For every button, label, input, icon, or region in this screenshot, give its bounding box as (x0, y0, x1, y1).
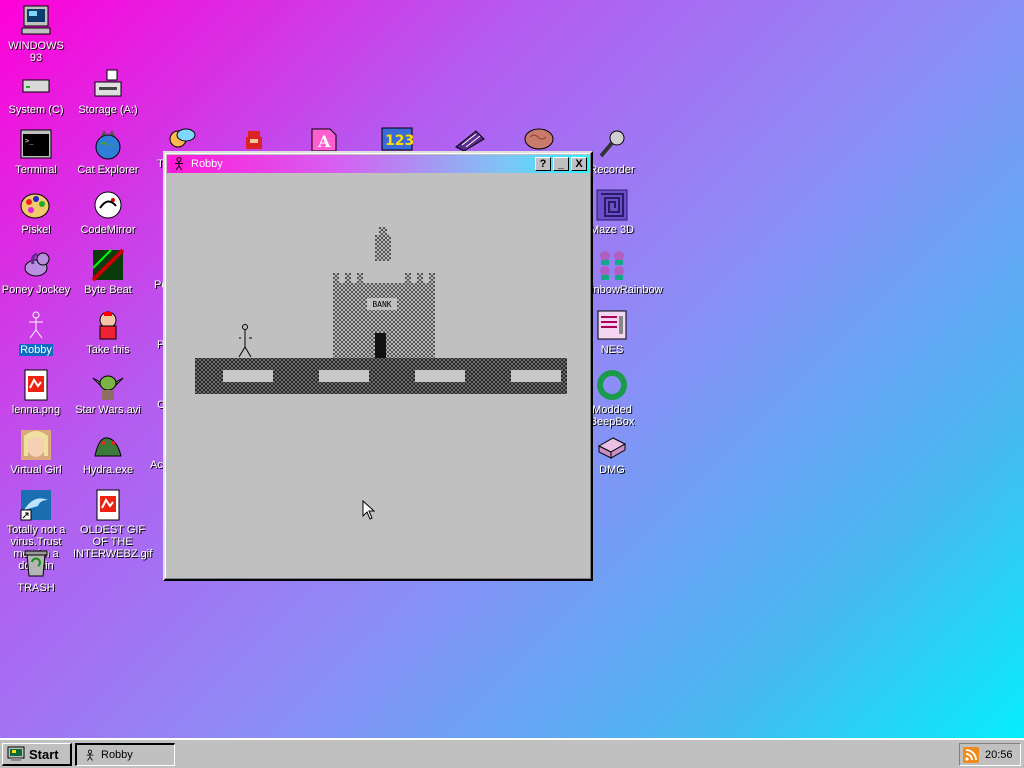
maze-icon (596, 189, 628, 221)
codemirror-icon (94, 191, 122, 219)
desktop-icon-storage-a[interactable]: Storage (A:) (72, 68, 144, 116)
bytebeat-icon (91, 248, 125, 282)
cat-globe-icon (95, 130, 121, 160)
desktop-icon-label: DMG (599, 464, 625, 476)
desktop-icon-byte-beat[interactable]: Byte Beat (72, 248, 144, 296)
dolphin-icon (20, 490, 51, 521)
desktop-icon-piskel[interactable]: Piskel (0, 188, 72, 236)
piano-icon[interactable] (452, 127, 486, 151)
desktop-icon-label: Terminal (15, 164, 57, 176)
desktop-icon-label: Byte Beat (84, 284, 132, 296)
clock: 20:56 (985, 748, 1013, 761)
terminal-icon: >_ (20, 129, 52, 159)
calculator-icon[interactable]: 123 (380, 125, 414, 151)
bank-tower (375, 235, 391, 261)
yoda-icon (92, 375, 124, 400)
microphone-icon (599, 130, 625, 158)
rainbow-people-icon (600, 251, 624, 280)
floppy-drive-icon (94, 69, 122, 97)
game-canvas[interactable]: BANK (167, 175, 589, 577)
desktop-icon-take-this[interactable]: Take this (72, 308, 144, 356)
hydra-icon (94, 437, 122, 457)
desktop-icon-label: Piskel (21, 224, 51, 236)
desktop-icon-label: TRASH (17, 582, 55, 594)
desktop-icon-label: lenna.png (11, 404, 61, 416)
desktop-icon-label: NES (600, 344, 624, 356)
close-button[interactable]: X (571, 157, 587, 171)
font-icon[interactable]: A (308, 125, 340, 151)
stick-figure-icon (86, 749, 94, 761)
desktop-icon-label: Virtual Girl (10, 464, 62, 476)
palette-icon (20, 193, 50, 219)
window-title: Robby (191, 158, 223, 170)
rss-icon[interactable] (963, 746, 979, 763)
computer-icon (21, 5, 51, 35)
girl-face-icon (21, 430, 51, 460)
desktop-icon-label: Robby (19, 344, 53, 356)
image-file-icon (24, 369, 48, 401)
desktop-icon-label: Cat Explorer (77, 164, 139, 176)
bank-sign: BANK (372, 300, 391, 309)
gif-file-icon (96, 489, 120, 521)
desktop-icon-codemirror[interactable]: CodeMirror (72, 188, 144, 236)
take-this-icon (99, 311, 117, 340)
taskbar-item-label: Robby (101, 749, 133, 761)
desktop-icon-poney-jockey[interactable]: Poney Jockey (0, 248, 72, 296)
robby-window[interactable]: Robby ? _ X BANK (163, 151, 593, 581)
svg-text:>_: >_ (25, 137, 34, 145)
desktop-icon-lenna[interactable]: lenna.png (0, 368, 72, 416)
pony-icon (24, 252, 50, 277)
desktop-icon-label: Recorder (589, 164, 635, 176)
desktop-icon-label: Star Wars.avi (75, 404, 141, 416)
desktop-icon-star-wars[interactable]: Star Wars.avi (72, 368, 144, 416)
taskbar: Start Robby 20:56 (0, 738, 1024, 768)
window-titlebar[interactable]: Robby ? _ X (167, 155, 589, 173)
partial-label: Ac (150, 459, 163, 471)
desktop-icon-label: Take this (86, 344, 130, 356)
desktop-icon-label: WINDOWS 93 (8, 40, 64, 64)
desktop-icon-label: Storage (A:) (78, 104, 138, 116)
trash-icon (24, 550, 48, 577)
svg-text:A: A (317, 132, 331, 151)
help-button[interactable]: ? (535, 157, 551, 171)
desktop-icon-hydra[interactable]: Hydra.exe (72, 428, 144, 476)
stick-figure-icon (175, 157, 183, 171)
taskbar-item-robby[interactable]: Robby (75, 743, 175, 766)
desktop-icon-robby[interactable]: Robby (0, 308, 72, 356)
nes-icon (597, 310, 627, 340)
chat-bubble-icon[interactable] (166, 127, 196, 151)
desktop-icon-label: System (C) (8, 104, 64, 116)
desktop-icon-windows93[interactable]: WINDOWS 93 (0, 4, 72, 64)
system-tray: 20:56 (959, 743, 1021, 766)
desktop-icon-system-c[interactable]: System (C) (0, 68, 72, 116)
bank-battlements (333, 273, 435, 283)
start-label: Start (29, 746, 59, 762)
desktop-icon-terminal[interactable]: >_ Terminal (0, 128, 72, 176)
mario-icon[interactable] (240, 127, 268, 151)
desktop-icon-oldest-gif[interactable]: OLDEST GIF OF THE INTERWEBZ.gif (72, 488, 152, 560)
desktop-icon-label: Hydra.exe (82, 464, 134, 476)
game-scene: BANK (195, 227, 567, 394)
robby-character (238, 324, 252, 358)
start-button[interactable]: Start (2, 743, 72, 766)
drive-icon (22, 79, 50, 93)
svg-text:123: 123 (385, 133, 414, 149)
minimize-button[interactable]: _ (553, 157, 569, 171)
desktop-icon-label: CodeMirror (80, 224, 136, 236)
windows93-logo-icon (7, 746, 25, 761)
desktop-icon-label: Maze 3D (589, 224, 635, 236)
desktop-icon-virtual-girl[interactable]: Virtual Girl (0, 428, 72, 476)
desktop-icon-label: Poney Jockey (1, 284, 71, 296)
dmg-icon (597, 437, 627, 459)
desktop-icon-trash[interactable]: TRASH (0, 546, 72, 594)
mouse-cursor-icon (362, 500, 376, 520)
bank-door (375, 333, 386, 358)
beepbox-icon (597, 370, 627, 400)
stick-figure-icon (29, 311, 43, 339)
desktop-icon-cat-explorer[interactable]: Cat Explorer (72, 128, 144, 176)
desktop-icon-label: OLDEST GIF OF THE INTERWEBZ.gif (73, 524, 153, 560)
brain-icon[interactable] (522, 125, 556, 151)
